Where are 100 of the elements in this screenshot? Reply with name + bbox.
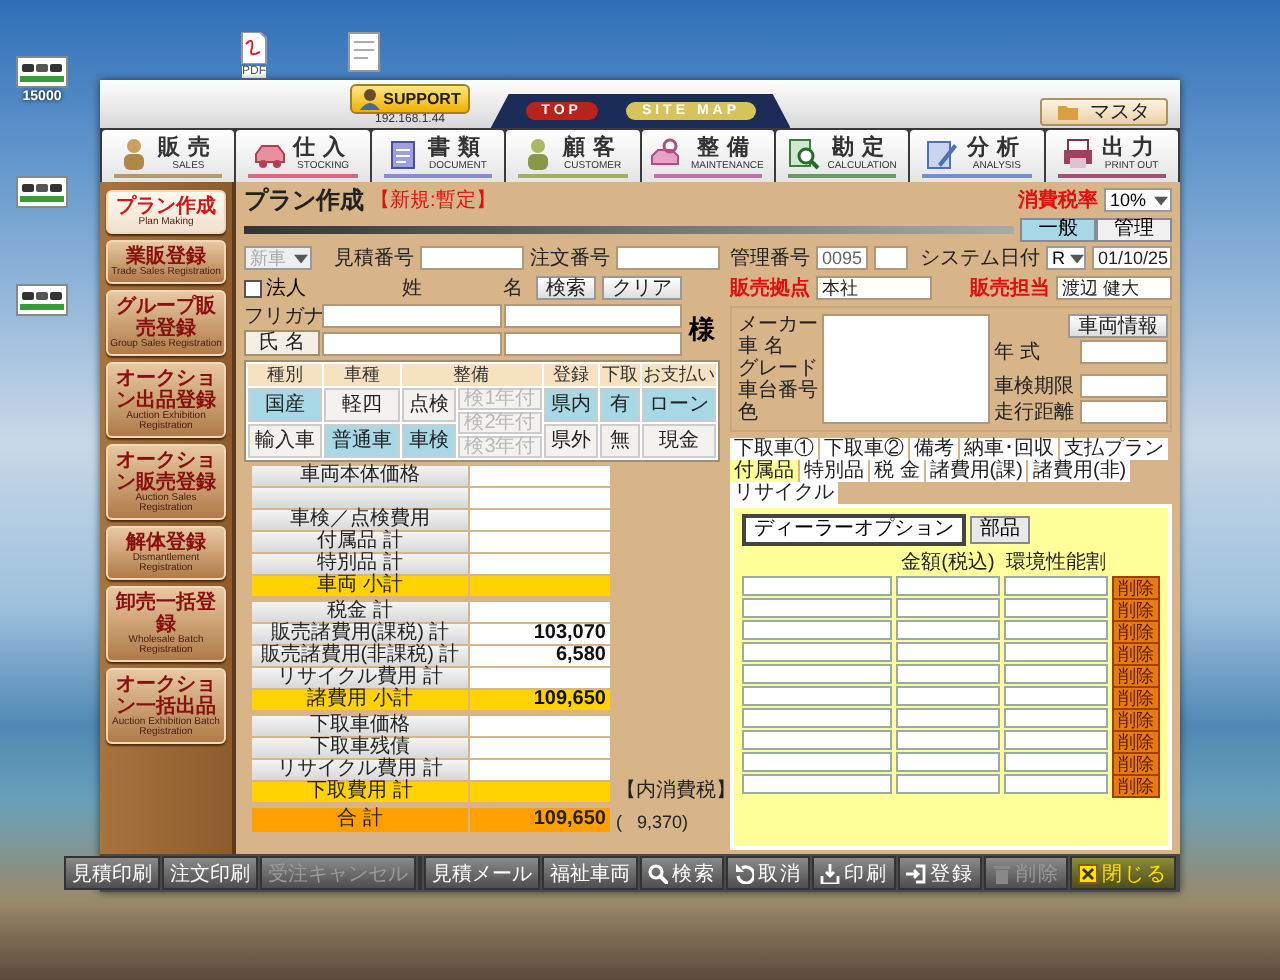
input-field[interactable] <box>322 304 501 328</box>
search-button[interactable]: 検索 <box>536 276 596 300</box>
vehicle-info-button[interactable]: 車両情報 <box>1068 314 1168 338</box>
input-field[interactable] <box>1004 576 1108 596</box>
option-toggle[interactable]: 軽四 <box>324 388 400 422</box>
input-field[interactable] <box>742 686 892 706</box>
option-toggle[interactable]: ローン <box>641 388 716 422</box>
input-field[interactable] <box>896 664 1000 684</box>
option-toggle[interactable]: 普通車 <box>324 424 400 458</box>
input-field[interactable] <box>503 304 682 328</box>
panel-tab[interactable]: 諸費用(非) <box>1028 460 1131 482</box>
input-field[interactable] <box>742 664 892 684</box>
input-field[interactable] <box>1004 620 1108 640</box>
clear-button[interactable]: クリア <box>602 276 682 300</box>
delete-button[interactable]: 削除 <box>1112 686 1160 710</box>
option-toggle[interactable]: 県外 <box>543 424 598 458</box>
toolbar-button[interactable]: 登録 <box>898 856 982 890</box>
input-field[interactable] <box>742 642 892 662</box>
input-field[interactable]: 本社 <box>816 276 932 300</box>
input-field[interactable] <box>742 620 892 640</box>
input-field[interactable] <box>896 752 1000 772</box>
input-field[interactable] <box>742 576 892 596</box>
input-field[interactable] <box>1004 774 1108 794</box>
delete-button[interactable]: 削除 <box>1112 576 1160 600</box>
option-toggle[interactable]: 現金 <box>641 424 716 458</box>
close-icon <box>1078 863 1098 883</box>
panel-tab[interactable]: 諸費用(課) <box>925 460 1027 482</box>
toolbar-button[interactable]: 検索 <box>640 856 724 890</box>
input-field[interactable] <box>742 752 892 772</box>
sub-tab[interactable]: 部品 <box>970 516 1030 544</box>
panel-tab[interactable]: 下取車① <box>730 438 818 460</box>
input-field[interactable] <box>742 730 892 750</box>
delete-button[interactable]: 削除 <box>1112 708 1160 732</box>
panel-tab[interactable]: 支払プラン <box>1060 438 1168 460</box>
dropdown[interactable]: R <box>1046 246 1086 270</box>
input-field[interactable] <box>503 331 682 355</box>
input-field[interactable] <box>1004 664 1108 684</box>
input-field[interactable] <box>1004 730 1108 750</box>
support-button[interactable]: SUPPORT <box>349 83 471 113</box>
input-field[interactable] <box>1004 686 1108 706</box>
toolbar-button[interactable]: 取消 <box>726 856 810 890</box>
input-field[interactable] <box>896 686 1000 706</box>
input-field[interactable] <box>322 331 501 355</box>
panel-tab[interactable]: 特別品 <box>800 460 868 482</box>
input-field[interactable] <box>742 774 892 794</box>
panel-tab[interactable]: リサイクル <box>730 482 838 504</box>
input-field[interactable] <box>742 598 892 618</box>
toolbar-button[interactable]: 福祉車両 <box>542 856 638 890</box>
input-field[interactable]: 01/10/25 <box>1092 246 1172 270</box>
panel-tab[interactable]: 税 金 <box>870 460 924 482</box>
toolbar-button[interactable]: 注文印刷 <box>162 856 258 890</box>
input-field[interactable] <box>896 598 1000 618</box>
toolbar-button[interactable]: 印刷 <box>812 856 896 890</box>
toolbar-button[interactable]: 閉じる <box>1070 856 1176 890</box>
delete-button[interactable]: 削除 <box>1112 620 1160 644</box>
input-field[interactable] <box>896 620 1000 640</box>
option-toggle[interactable]: 県内 <box>543 388 598 422</box>
vehicle-text-area[interactable] <box>822 314 990 424</box>
option-toggle[interactable]: 点検 <box>401 388 457 422</box>
input-field[interactable] <box>896 642 1000 662</box>
input-field[interactable] <box>1080 400 1168 424</box>
panel-tab[interactable]: 付属品 <box>730 460 798 482</box>
delete-button[interactable]: 削除 <box>1112 774 1160 798</box>
option-toggle[interactable]: 無 <box>600 424 639 458</box>
toolbar-button[interactable]: 見積印刷 <box>64 856 160 890</box>
dropdown[interactable]: 10% <box>1104 188 1172 212</box>
delete-button[interactable]: 削除 <box>1112 598 1160 622</box>
panel-tab[interactable]: 備考 <box>910 438 958 460</box>
input-field[interactable] <box>896 774 1000 794</box>
delete-button[interactable]: 削除 <box>1112 752 1160 776</box>
input-field[interactable] <box>1004 642 1108 662</box>
input-field[interactable] <box>1080 340 1168 364</box>
option-toggle[interactable]: 輸入車 <box>248 424 323 458</box>
input-field[interactable] <box>874 246 908 270</box>
input-field[interactable] <box>1004 598 1108 618</box>
option-toggle[interactable]: 国産 <box>248 388 323 422</box>
view-tab[interactable]: 一般 <box>1020 218 1096 242</box>
input-field[interactable] <box>896 708 1000 728</box>
delete-button[interactable]: 削除 <box>1112 642 1160 666</box>
sub-tab[interactable]: ディーラーオプション <box>742 514 966 546</box>
option-toggle[interactable]: 有 <box>600 388 639 422</box>
delete-button[interactable]: 削除 <box>1112 664 1160 688</box>
panel-tab[interactable]: 下取車② <box>820 438 908 460</box>
delete-button[interactable]: 削除 <box>1112 730 1160 754</box>
input-field[interactable] <box>742 708 892 728</box>
input-field[interactable] <box>896 730 1000 750</box>
panel-tab[interactable]: 納車･回収 <box>960 438 1058 460</box>
input-field[interactable] <box>896 576 1000 596</box>
input-field[interactable] <box>616 246 720 270</box>
master-button[interactable]: マスタ <box>1040 98 1169 126</box>
corporate-checkbox[interactable]: 法人 <box>244 274 320 302</box>
input-field[interactable] <box>1004 708 1108 728</box>
view-tab[interactable]: 管理 <box>1096 218 1172 242</box>
input-field[interactable] <box>1004 752 1108 772</box>
input-field[interactable]: 0095 <box>816 246 869 270</box>
input-field[interactable] <box>420 246 524 270</box>
input-field[interactable]: 渡辺 健大 <box>1056 276 1172 300</box>
toolbar-button[interactable]: 見積メール <box>424 856 540 890</box>
option-toggle[interactable]: 車検 <box>401 424 457 458</box>
input-field[interactable] <box>1080 374 1168 398</box>
